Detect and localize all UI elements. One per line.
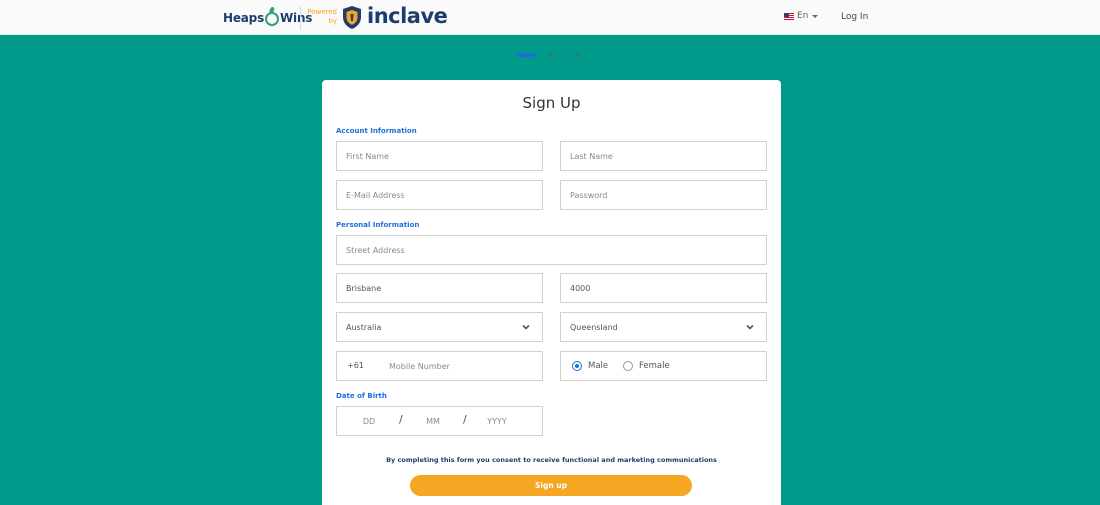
dob-year-input[interactable] xyxy=(477,408,517,434)
dob-separator: / xyxy=(463,413,467,426)
powered-by-label: Powered by xyxy=(305,8,337,26)
step-2-dot xyxy=(549,53,553,57)
shield-icon xyxy=(343,6,361,29)
account-info-heading: Account Information xyxy=(336,127,417,135)
phone-field: +61 xyxy=(336,351,543,381)
first-name-input[interactable] xyxy=(336,141,543,171)
city-input[interactable] xyxy=(336,273,543,303)
caret-down-icon xyxy=(812,14,819,18)
inclave-brand[interactable]: inclave xyxy=(367,4,448,28)
postcode-input[interactable] xyxy=(560,273,767,303)
female-radio[interactable] xyxy=(623,361,633,371)
gender-male-option[interactable]: Male xyxy=(572,361,608,371)
consent-text: By completing this form you consent to r… xyxy=(386,456,717,464)
state-value: Queensland xyxy=(570,322,618,332)
phone-prefix[interactable]: +61 xyxy=(347,361,364,370)
page-title: Sign Up xyxy=(522,94,581,112)
dob-month-input[interactable] xyxy=(415,408,451,434)
dob-heading: Date of Birth xyxy=(336,392,387,400)
country-value: Australia xyxy=(346,322,382,332)
logo-o-icon xyxy=(265,12,280,26)
sign-up-button[interactable]: Sign up xyxy=(410,475,692,496)
last-name-input[interactable] xyxy=(560,141,767,171)
us-flag-icon xyxy=(784,12,794,20)
gender-female-option[interactable]: Female xyxy=(623,361,670,371)
header-divider xyxy=(300,6,301,30)
logo-heaps-text: Heaps xyxy=(223,11,265,25)
dob-day-input[interactable] xyxy=(351,408,387,434)
password-input[interactable] xyxy=(560,180,767,210)
heaps-o-wins-logo[interactable]: Heaps Wins xyxy=(223,8,312,28)
state-select[interactable]: Queensland xyxy=(560,312,767,342)
male-label: Male xyxy=(588,361,609,371)
mobile-number-input[interactable] xyxy=(389,353,539,379)
dob-field: / / xyxy=(336,406,543,436)
step-1-dot xyxy=(516,53,535,57)
street-address-input[interactable] xyxy=(336,235,767,265)
email-input[interactable] xyxy=(336,180,543,210)
powered-line2: by xyxy=(328,17,337,25)
female-label: Female xyxy=(639,361,670,371)
male-radio[interactable] xyxy=(572,361,582,371)
language-label: En xyxy=(797,11,809,21)
step-indicator xyxy=(516,52,580,58)
top-header: Heaps Wins Powered by inclave En Log In xyxy=(0,0,1100,35)
personal-info-heading: Personal Information xyxy=(336,221,420,229)
chevron-down-icon xyxy=(522,324,530,330)
chevron-down-icon xyxy=(746,324,754,330)
powered-line1: Powered xyxy=(307,8,337,16)
country-select[interactable]: Australia xyxy=(336,312,543,342)
login-link[interactable]: Log In xyxy=(841,12,868,22)
dob-separator: / xyxy=(399,413,403,426)
gender-group: Male Female xyxy=(560,351,767,381)
signup-card: Sign Up Account Information Personal Inf… xyxy=(322,80,781,505)
language-selector[interactable]: En xyxy=(784,11,819,21)
step-3-dot xyxy=(575,53,579,57)
